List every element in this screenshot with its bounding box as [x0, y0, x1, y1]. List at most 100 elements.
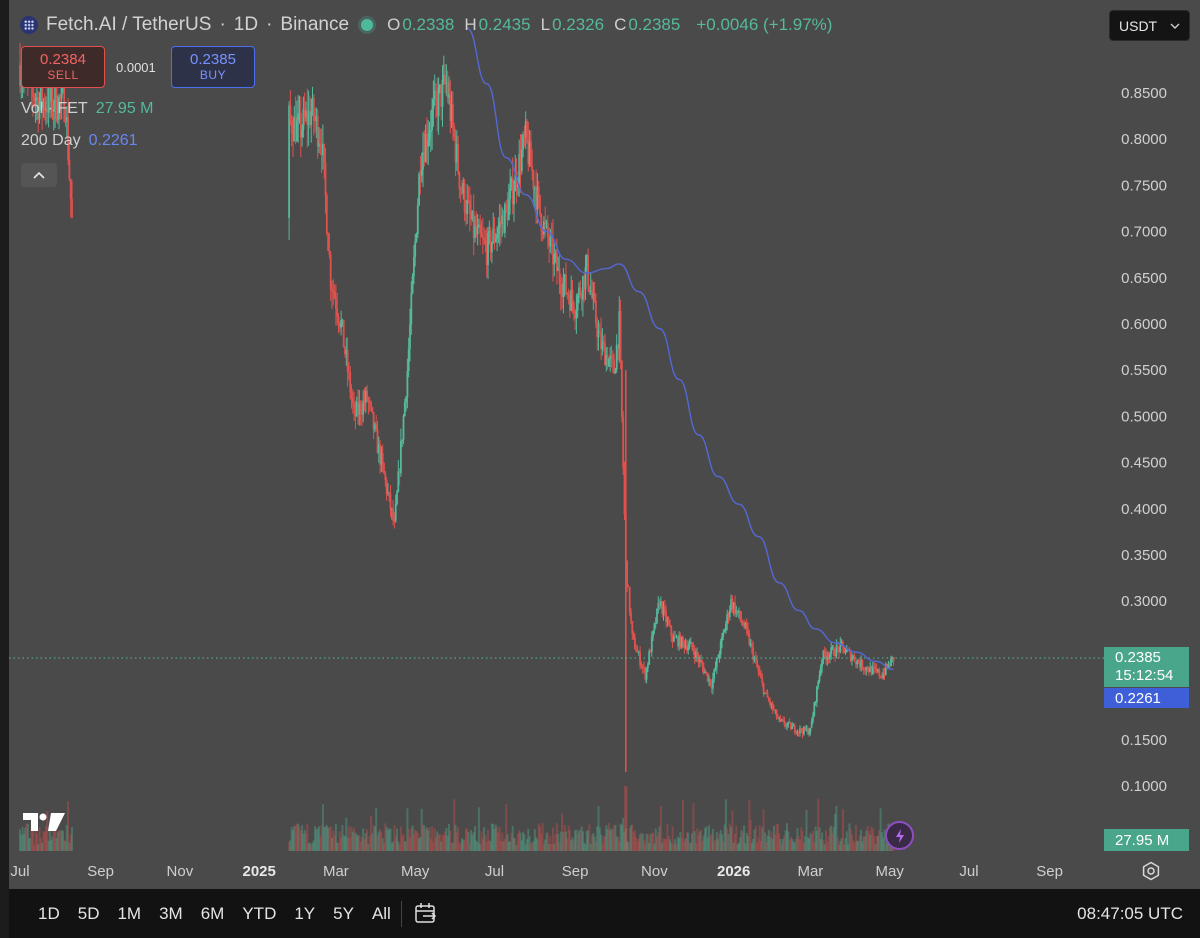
- candle-body: [329, 254, 332, 289]
- candle-body: [635, 648, 638, 652]
- time-range-all[interactable]: All: [361, 904, 398, 924]
- candle-body: [595, 300, 597, 324]
- volume-bar: [71, 826, 73, 851]
- clock[interactable]: 08:47:05 UTC: [1077, 889, 1183, 938]
- candle-body: [630, 612, 632, 622]
- chevron-up-icon: [33, 171, 45, 179]
- candle-body: [593, 293, 596, 301]
- candle-body: [494, 238, 497, 242]
- candle-group: [19, 42, 895, 773]
- time-axis-label: Sep: [1036, 863, 1063, 880]
- currency-select[interactable]: USDT: [1109, 10, 1190, 41]
- candle-body: [747, 628, 749, 634]
- time-range-1y[interactable]: 1Y: [283, 904, 322, 924]
- candle-body: [722, 632, 725, 637]
- candle-body: [522, 134, 524, 150]
- candle-body: [719, 641, 722, 655]
- buy-button[interactable]: 0.2385 BUY: [171, 46, 255, 88]
- candle-body: [504, 204, 506, 233]
- lightning-bolt-icon: [895, 828, 904, 843]
- quick-action-button[interactable]: [885, 821, 914, 850]
- price-chart[interactable]: 0.8500 0.8000 0.7500 0.7000 0.6500 0.6000 0.55…: [0, 0, 1200, 889]
- candle-body: [779, 718, 782, 720]
- candle-body: [723, 630, 726, 633]
- candle-body: [565, 274, 567, 294]
- candle-body: [767, 697, 770, 701]
- candle-body: [340, 319, 342, 328]
- candle-body: [558, 267, 561, 284]
- candle-body: [546, 223, 549, 238]
- candle-body: [480, 233, 483, 237]
- candle-body: [712, 678, 714, 689]
- candle-body: [741, 622, 744, 626]
- candle-body: [359, 403, 362, 415]
- time-range-6m[interactable]: 6M: [190, 904, 232, 924]
- candle-body: [608, 359, 610, 367]
- candle-body: [598, 331, 601, 334]
- ohlc-key: O: [387, 15, 401, 34]
- time-axis[interactable]: Jul Sep Nov 2025 Mar May Jul Sep Nov 2026 Mar May Ju…: [10, 863, 1063, 880]
- last-price-value: 0.2385: [1115, 649, 1161, 666]
- time-range-5y[interactable]: 5Y: [322, 904, 361, 924]
- candle-body: [389, 493, 392, 510]
- tradingview-logo-icon[interactable]: [21, 809, 67, 835]
- candle-body: [619, 311, 622, 361]
- candle-body: [481, 236, 484, 238]
- candle-body: [579, 287, 582, 295]
- collapse-legend-button[interactable]: [21, 163, 57, 187]
- candle-body: [692, 647, 695, 652]
- volume-legend[interactable]: Vol · FET 27.95 M: [21, 100, 154, 118]
- ma-legend[interactable]: 200 Day 0.2261: [21, 132, 138, 150]
- candle-body: [631, 621, 634, 634]
- candle-body: [403, 402, 406, 416]
- time-axis-label: Jul: [10, 863, 29, 880]
- candle-body: [458, 172, 461, 189]
- buy-label: BUY: [199, 67, 227, 82]
- candle-body: [410, 293, 413, 325]
- candle-body: [571, 289, 574, 303]
- settings-gear-icon[interactable]: [1141, 861, 1161, 881]
- candle-body: [383, 463, 385, 474]
- time-axis-label: 2026: [717, 863, 750, 880]
- last-price-tag: 0.2385 15:12:54: [1104, 647, 1189, 687]
- time-range-ytd[interactable]: YTD: [231, 904, 283, 924]
- time-range-1m[interactable]: 1M: [106, 904, 148, 924]
- candle-body: [351, 398, 354, 404]
- volume-tag: 27.95 M: [1104, 829, 1189, 851]
- candle-body: [479, 224, 482, 234]
- candle-body: [667, 620, 670, 625]
- candle-body: [310, 111, 313, 126]
- candle-body: [705, 671, 708, 673]
- time-range-3m[interactable]: 3M: [148, 904, 190, 924]
- candle-body: [396, 491, 398, 505]
- time-range-5d[interactable]: 5D: [67, 904, 107, 924]
- candle-body: [431, 109, 433, 131]
- price-axis-label: 0.3000: [1121, 593, 1167, 610]
- candle-body: [453, 126, 456, 137]
- candle-body: [669, 624, 671, 627]
- candle-body: [713, 669, 716, 679]
- candle-body: [324, 162, 327, 196]
- candle-body: [384, 473, 387, 480]
- candle-body: [688, 643, 691, 648]
- candle-body: [634, 637, 636, 649]
- candle-body: [71, 198, 73, 218]
- candle-body: [68, 159, 71, 179]
- time-range-1d[interactable]: 1D: [27, 904, 67, 924]
- calendar-range-icon[interactable]: [413, 901, 439, 927]
- interval-label[interactable]: 1D: [234, 14, 258, 36]
- sell-button[interactable]: 0.2384 SELL: [21, 46, 105, 88]
- time-axis-label: Sep: [562, 863, 589, 880]
- candle-body: [674, 636, 677, 638]
- candle-body: [56, 118, 59, 120]
- candle-body: [728, 609, 731, 618]
- price-change: +0.0046 (+1.97%): [696, 15, 833, 34]
- candle-body: [566, 293, 569, 295]
- ma-200-line: [466, 27, 894, 671]
- candle-body: [718, 654, 721, 658]
- time-axis-label: Sep: [87, 863, 114, 880]
- symbol-name[interactable]: Fetch.AI / TetherUS: [46, 14, 211, 36]
- separator-dot: ·: [219, 14, 226, 35]
- candle-body: [452, 104, 454, 127]
- candle-body: [437, 88, 440, 117]
